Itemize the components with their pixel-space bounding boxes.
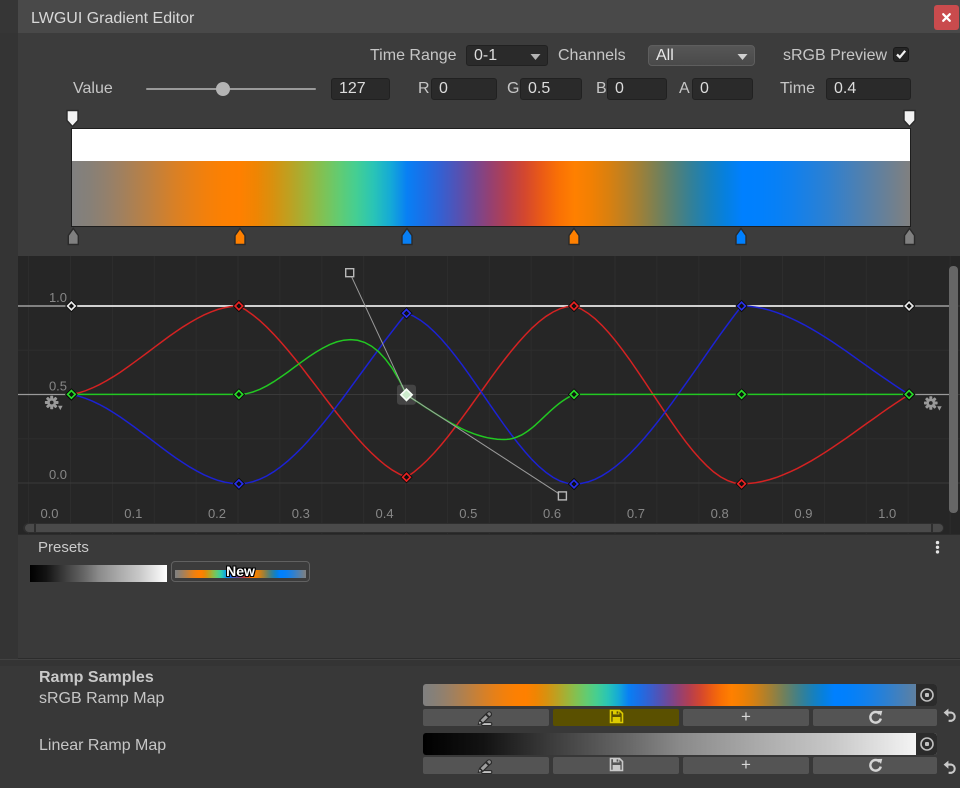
svg-text:0.0: 0.0 [40,506,58,521]
svg-text:0.3: 0.3 [292,506,310,521]
svg-text:0.0: 0.0 [49,467,67,482]
svg-text:0.5: 0.5 [49,379,67,394]
svg-text:0.5: 0.5 [459,506,477,521]
svg-text:1.0: 1.0 [878,506,896,521]
svg-text:0.2: 0.2 [208,506,226,521]
svg-text:0.8: 0.8 [711,506,729,521]
svg-text:1.0: 1.0 [49,290,67,305]
svg-text:0.7: 0.7 [627,506,645,521]
svg-text:0.1: 0.1 [124,506,142,521]
svg-text:0.9: 0.9 [794,506,812,521]
svg-text:0.6: 0.6 [543,506,561,521]
svg-text:0.4: 0.4 [376,506,394,521]
